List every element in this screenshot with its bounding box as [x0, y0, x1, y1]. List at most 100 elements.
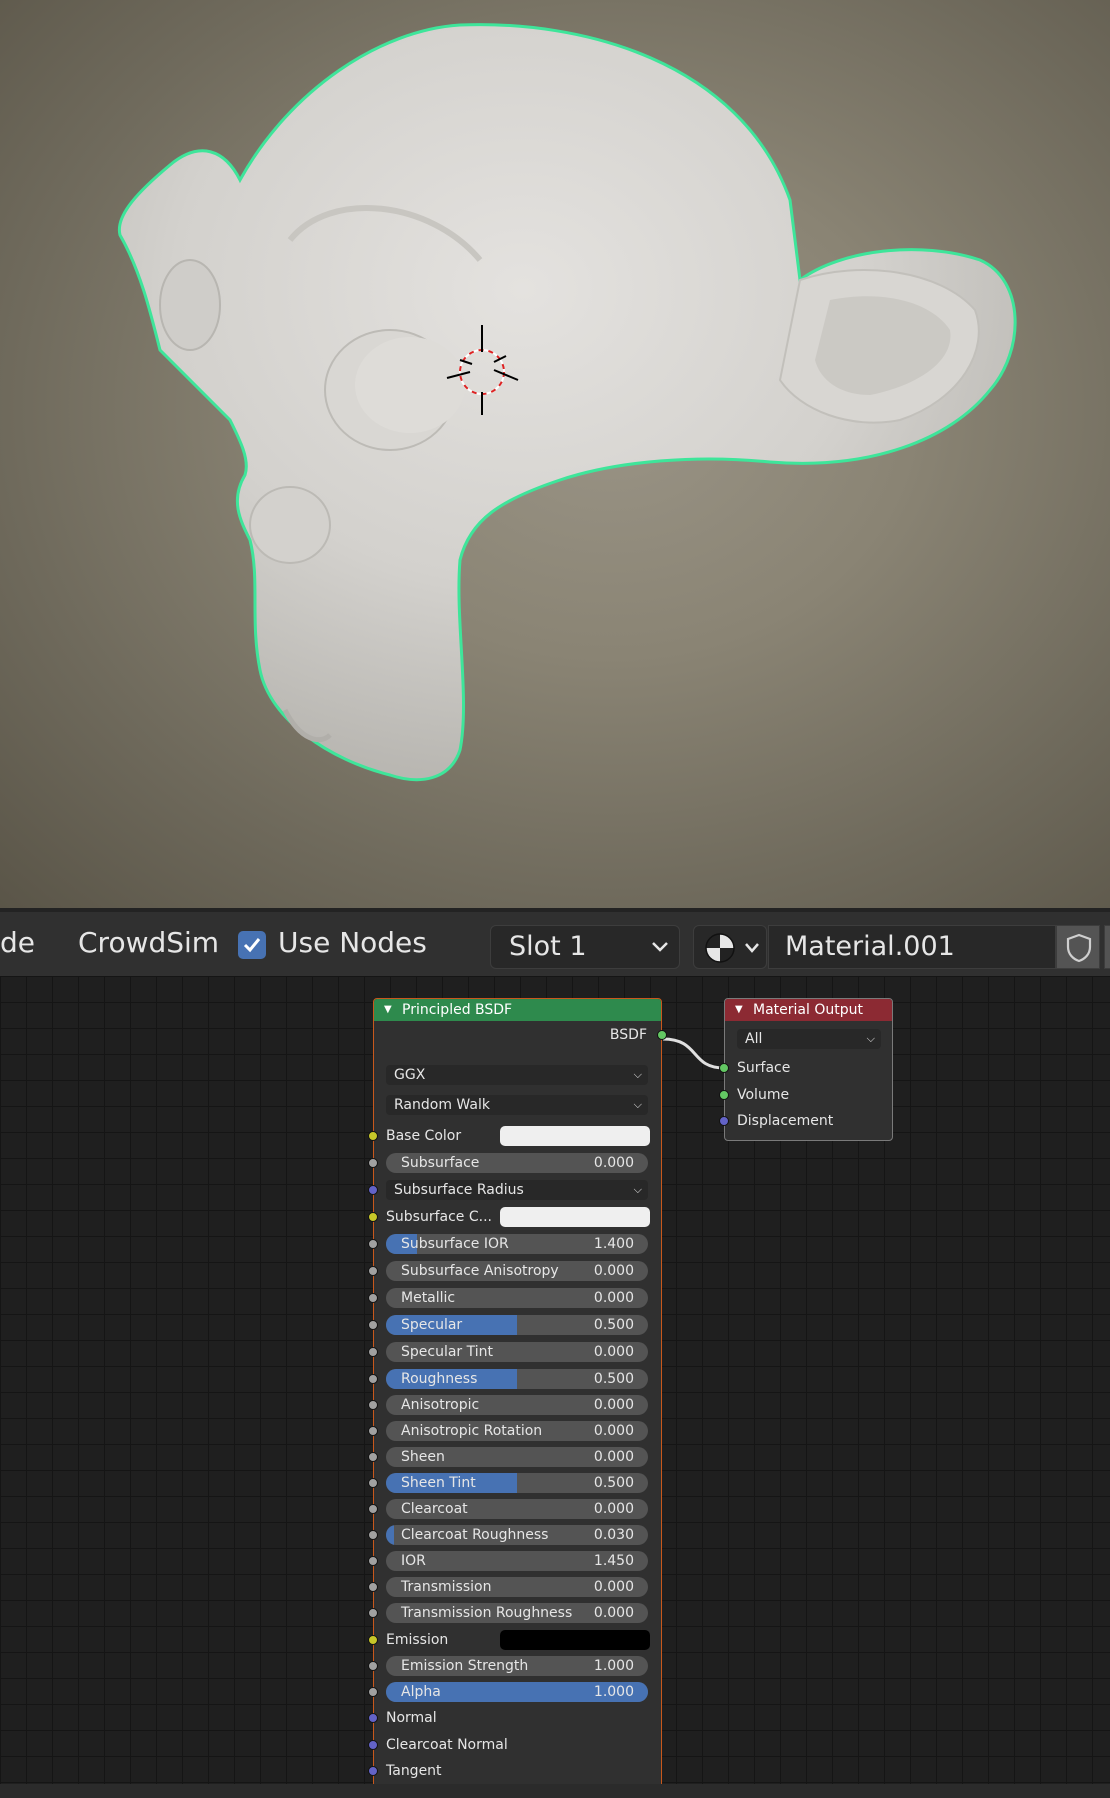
vector-socket[interactable]: [368, 1740, 378, 1750]
principled-bsdf-node[interactable]: ▼ Principled BSDF BSDF GGX ⌵ Random Walk…: [368, 998, 667, 1784]
output-node-header[interactable]: ▼ Material Output: [725, 999, 892, 1021]
collapse-arrow-icon[interactable]: ▼: [384, 999, 392, 1021]
float-socket[interactable]: [368, 1478, 378, 1488]
input-row: Transmission 0.000: [368, 1576, 661, 1598]
vector-socket[interactable]: [368, 1713, 378, 1723]
suzanne-mesh[interactable]: [0, 0, 1110, 908]
chevron-down-icon: ⌵: [633, 1068, 642, 1081]
float-socket[interactable]: [368, 1661, 378, 1671]
emission-row: Emission: [368, 1629, 661, 1651]
anisotropic-rotation-slider[interactable]: Anisotropic Rotation 0.000: [386, 1421, 648, 1441]
input-row: Roughness 0.500: [368, 1368, 661, 1390]
float-socket[interactable]: [368, 1556, 378, 1566]
collapse-arrow-icon[interactable]: ▼: [735, 999, 743, 1021]
tangent-row: Tangent: [368, 1760, 661, 1782]
float-socket[interactable]: [368, 1266, 378, 1276]
input-row: Clearcoat Roughness 0.030: [368, 1524, 661, 1546]
use-nodes-checkbox[interactable]: [238, 931, 266, 959]
principled-node-header[interactable]: ▼ Principled BSDF: [374, 999, 661, 1021]
emission-color-swatch[interactable]: [500, 1630, 650, 1650]
subsurface-anisotropy-slider[interactable]: Subsurface Anisotropy 0.000: [386, 1261, 648, 1281]
subsurface-radius-dropdown[interactable]: Subsurface Radius ⌵: [386, 1180, 648, 1200]
subsurface-method-value: Random Walk: [394, 1097, 490, 1113]
float-socket[interactable]: [368, 1608, 378, 1618]
subsurface-slider[interactable]: Subsurface 0.000: [386, 1153, 648, 1173]
float-socket[interactable]: [368, 1320, 378, 1330]
specular-tint-slider[interactable]: Specular Tint 0.000: [386, 1342, 648, 1362]
float-socket[interactable]: [368, 1293, 378, 1303]
float-socket[interactable]: [368, 1452, 378, 1462]
base-color-row: Base Color: [368, 1125, 661, 1147]
emission-strength-slider[interactable]: Emission Strength 1.000: [386, 1656, 648, 1676]
distribution-dropdown[interactable]: GGX ⌵: [386, 1065, 648, 1085]
slot-label: Slot 1: [509, 931, 587, 962]
surface-label: Surface: [737, 1060, 791, 1076]
mode-menu[interactable]: de: [0, 926, 35, 960]
color-socket[interactable]: [368, 1635, 378, 1645]
chevron-down-icon: [652, 942, 668, 952]
input-row: Anisotropic 0.000: [368, 1394, 661, 1416]
clearcoat-roughness-slider[interactable]: Clearcoat Roughness 0.030: [386, 1525, 648, 1545]
normal-label: Normal: [386, 1710, 437, 1726]
vector-socket[interactable]: [368, 1766, 378, 1776]
float-socket[interactable]: [368, 1687, 378, 1697]
crowdsim-menu[interactable]: CrowdSim: [78, 926, 219, 960]
vector-socket[interactable]: [368, 1185, 378, 1195]
alpha-slider[interactable]: Alpha 1.000: [386, 1682, 648, 1702]
input-row: Anisotropic Rotation 0.000: [368, 1420, 661, 1442]
status-bar: [0, 1784, 1110, 1798]
material-name-field[interactable]: Material.001: [768, 925, 1056, 969]
vector-socket[interactable]: [719, 1116, 729, 1126]
subsurface-color-row: Subsurface C...: [368, 1206, 661, 1228]
float-socket[interactable]: [368, 1400, 378, 1410]
specular-slider[interactable]: Specular 0.500: [386, 1315, 648, 1335]
output-target-value: All: [745, 1031, 763, 1047]
shader-socket[interactable]: [719, 1063, 729, 1073]
use-nodes-label[interactable]: Use Nodes: [278, 926, 427, 960]
node-editor-canvas[interactable]: ▼ Principled BSDF BSDF GGX ⌵ Random Walk…: [0, 976, 1110, 1784]
slot-dropdown[interactable]: Slot 1: [490, 925, 680, 969]
fake-user-button[interactable]: [1056, 925, 1100, 969]
float-socket[interactable]: [368, 1530, 378, 1540]
base-color-swatch[interactable]: [500, 1126, 650, 1146]
input-row: Alpha 1.000: [368, 1681, 661, 1703]
bsdf-output-socket[interactable]: [657, 1030, 667, 1040]
subsurface-ior-slider[interactable]: Subsurface IOR 1.400: [386, 1234, 648, 1254]
float-socket[interactable]: [368, 1347, 378, 1357]
base-color-socket[interactable]: [368, 1131, 378, 1141]
transmission-slider[interactable]: Transmission 0.000: [386, 1577, 648, 1597]
3d-viewport[interactable]: [0, 0, 1110, 908]
sheen-slider[interactable]: Sheen 0.000: [386, 1447, 648, 1467]
float-socket[interactable]: [368, 1158, 378, 1168]
subsurface-radius-row: Subsurface Radius ⌵: [368, 1179, 661, 1201]
displacement-label: Displacement: [737, 1113, 834, 1129]
shader-socket[interactable]: [719, 1090, 729, 1100]
base-color-label: Base Color: [386, 1128, 462, 1144]
subsurface-method-dropdown[interactable]: Random Walk ⌵: [386, 1095, 648, 1115]
new-material-button[interactable]: [1104, 925, 1110, 969]
displacement-row: Displacement: [719, 1110, 892, 1132]
metallic-slider[interactable]: Metallic 0.000: [386, 1288, 648, 1308]
float-socket[interactable]: [368, 1582, 378, 1592]
material-output-node[interactable]: ▼ Material Output All ⌵ Surface Volume D…: [719, 998, 893, 1141]
clearcoat-slider[interactable]: Clearcoat 0.000: [386, 1499, 648, 1519]
input-row: Metallic 0.000: [368, 1287, 661, 1309]
ior-slider[interactable]: IOR 1.450: [386, 1551, 648, 1571]
float-socket[interactable]: [368, 1239, 378, 1249]
float-socket[interactable]: [368, 1374, 378, 1384]
material-browse-button[interactable]: [693, 925, 767, 969]
float-socket[interactable]: [368, 1504, 378, 1514]
color-socket[interactable]: [368, 1212, 378, 1222]
anisotropic-slider[interactable]: Anisotropic 0.000: [386, 1395, 648, 1415]
volume-row: Volume: [719, 1084, 892, 1106]
checkmark-icon: [243, 938, 261, 953]
transmission-roughness-slider[interactable]: Transmission Roughness 0.000: [386, 1603, 648, 1623]
surface-row: Surface: [719, 1057, 892, 1079]
float-socket[interactable]: [368, 1426, 378, 1436]
chevron-down-icon: ⌵: [866, 1032, 875, 1045]
roughness-slider[interactable]: Roughness 0.500: [386, 1369, 648, 1389]
subsurface-color-swatch[interactable]: [500, 1207, 650, 1227]
input-row: Subsurface IOR 1.400: [368, 1233, 661, 1255]
sheen-tint-slider[interactable]: Sheen Tint 0.500: [386, 1473, 648, 1493]
output-target-dropdown[interactable]: All ⌵: [737, 1029, 881, 1049]
